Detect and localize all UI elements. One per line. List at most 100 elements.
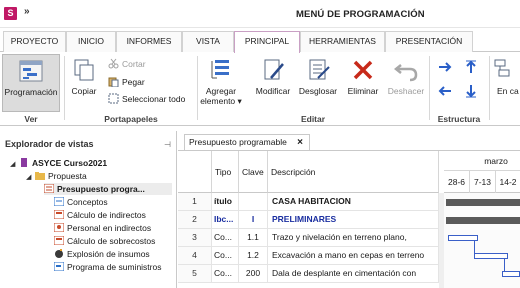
tab-vista[interactable]: VISTA — [182, 31, 234, 52]
row-number[interactable]: 3 — [178, 229, 212, 247]
desglosar-label: Desglosar — [298, 86, 338, 96]
tree-item-calculo-indirectos[interactable]: Cálculo de indirectos — [54, 209, 146, 221]
cell-tipo[interactable]: Ibc... — [212, 211, 239, 229]
app-logo[interactable]: S — [4, 7, 17, 20]
cell-tipo[interactable]: ítulo — [212, 193, 239, 211]
agregar-line2: elemento ▾ — [200, 96, 242, 106]
collapse-arrow-icon[interactable]: ◢ — [10, 159, 19, 171]
cell-tipo[interactable]: Co... — [212, 247, 239, 265]
personnel-icon — [54, 223, 64, 232]
cell-descripcion[interactable]: Dala de desplante en cimentación con — [268, 265, 439, 283]
seleccionar-todo-label: Seleccionar todo — [122, 94, 186, 104]
cell-clave[interactable]: 1.2 — [239, 247, 268, 265]
doc-tab-label: Presupuesto programable — [189, 137, 287, 147]
tree-label: Explosión de insumos — [67, 249, 150, 259]
cell-descripcion[interactable]: CASA HABITACION — [268, 193, 439, 211]
add-element-icon — [211, 60, 229, 79]
group-label-estructura: Estructura — [437, 114, 481, 124]
tab-inicio[interactable]: INICIO — [66, 31, 116, 52]
tree-item-propuesta[interactable]: ◢ Propuesta — [26, 170, 87, 182]
cell-clave[interactable]: 200 — [239, 265, 268, 283]
modificar-button[interactable]: Modificar — [252, 54, 294, 112]
programacion-button[interactable]: Programación — [2, 54, 60, 112]
deshacer-button[interactable]: Deshacer — [385, 54, 427, 112]
copiar-button[interactable]: Copiar — [66, 54, 102, 112]
column-header-clave[interactable]: Clave — [239, 151, 268, 193]
row-number[interactable]: 1 — [178, 193, 212, 211]
column-header-tipo[interactable]: Tipo — [212, 151, 239, 193]
tree-item-personal-indirectos[interactable]: Personal en indirectos — [54, 222, 151, 234]
folder-icon — [35, 172, 45, 180]
row-number[interactable]: 5 — [178, 265, 212, 283]
desglosar-button[interactable]: Desglosar — [296, 54, 340, 112]
gantt-week-label: 14-2 — [499, 177, 517, 187]
cell-descripcion[interactable]: Excavación a mano en cepas en terreno — [268, 247, 439, 265]
close-icon[interactable]: × — [297, 135, 303, 150]
gantt-chart-area — [444, 193, 520, 288]
tree-label: Propuesta — [48, 171, 87, 181]
calculator-icon — [54, 210, 64, 219]
tree-label: Personal en indirectos — [67, 223, 152, 233]
concepts-icon — [54, 197, 64, 206]
copiar-label: Copiar — [71, 86, 97, 96]
paste-icon — [108, 77, 119, 87]
edit-pencil-icon — [264, 59, 284, 80]
tab-herramientas[interactable]: HERRAMIENTAS — [300, 31, 385, 52]
tree-label: Conceptos — [67, 197, 108, 207]
column-header-descripcion[interactable]: Descripción — [268, 151, 439, 193]
cell-tipo[interactable]: Co... — [212, 229, 239, 247]
gantt-dependency-line — [504, 259, 505, 271]
seleccionar-todo-button[interactable]: Seleccionar todo — [108, 92, 185, 106]
quick-access-expand-icon[interactable]: » — [24, 6, 30, 17]
tree-item-presupuesto-programable[interactable]: Presupuesto progra... — [44, 183, 172, 195]
pegar-button[interactable]: Pegar — [108, 75, 145, 89]
row-number[interactable]: 4 — [178, 247, 212, 265]
row-number-header — [178, 151, 212, 193]
copy-icon — [74, 59, 94, 81]
group-label-ver: Ver — [24, 114, 38, 124]
group-divider — [429, 56, 430, 120]
project-icon — [21, 158, 27, 167]
tree-item-programa-suministros[interactable]: Programa de suministros — [54, 261, 161, 273]
doc-tab-presupuesto[interactable]: Presupuesto programable × — [184, 134, 310, 150]
gantt-task-bar[interactable] — [474, 253, 508, 259]
tab-principal[interactable]: PRINCIPAL — [234, 31, 300, 53]
row-number[interactable]: 2 — [178, 211, 212, 229]
chain-icon — [494, 59, 510, 77]
tab-presentacion[interactable]: PRESENTACIÓN — [385, 31, 473, 52]
tree-item-calculo-sobrecostos[interactable]: Cálculo de sobrecostos — [54, 235, 155, 247]
move-down-icon[interactable] — [463, 84, 479, 98]
cell-descripcion[interactable]: PRELIMINARES — [268, 211, 439, 229]
indent-left-icon[interactable] — [437, 84, 453, 98]
gantt-summary-bar[interactable] — [446, 217, 520, 224]
tab-proyecto[interactable]: PROYECTO — [3, 31, 66, 52]
move-up-icon[interactable] — [463, 60, 479, 74]
explosion-icon — [55, 249, 63, 258]
tree-item-explosion-insumos[interactable]: Explosión de insumos — [54, 248, 150, 260]
calculator-icon — [54, 236, 64, 245]
cell-descripcion[interactable]: Trazo y nivelación en terreno plano, — [268, 229, 439, 247]
agregar-elemento-button[interactable]: Agregar elemento ▾ — [199, 54, 243, 112]
eliminar-button[interactable]: Eliminar — [343, 54, 383, 112]
view-explorer-panel: Explorador de vistas ⊣ ◢ ASYCE Curso2021 … — [0, 131, 177, 288]
undo-icon — [393, 64, 418, 82]
tree-item-conceptos[interactable]: Conceptos — [54, 196, 108, 208]
pin-icon[interactable]: ⊣ — [164, 140, 171, 149]
group-divider — [489, 56, 490, 120]
tree-label: Programa de suministros — [67, 262, 162, 272]
collapse-arrow-icon[interactable]: ◢ — [26, 172, 35, 184]
gantt-summary-bar[interactable] — [446, 199, 520, 206]
programacion-label: Programación — [4, 87, 58, 97]
cortar-button[interactable]: Cortar — [108, 57, 146, 71]
tree-item-project[interactable]: ◢ ASYCE Curso2021 — [10, 157, 107, 169]
cell-clave[interactable] — [239, 193, 268, 211]
pegar-label: Pegar — [122, 77, 145, 87]
cell-clave[interactable]: 1.1 — [239, 229, 268, 247]
cell-clave[interactable]: I — [239, 211, 268, 229]
gantt-task-bar[interactable] — [502, 271, 520, 277]
en-cadena-button[interactable]: En ca — [491, 54, 520, 112]
indent-right-icon[interactable] — [437, 60, 453, 74]
cell-tipo[interactable]: Co... — [212, 265, 239, 283]
en-cadena-label: En ca — [497, 86, 519, 96]
tab-informes[interactable]: INFORMES — [116, 31, 182, 52]
